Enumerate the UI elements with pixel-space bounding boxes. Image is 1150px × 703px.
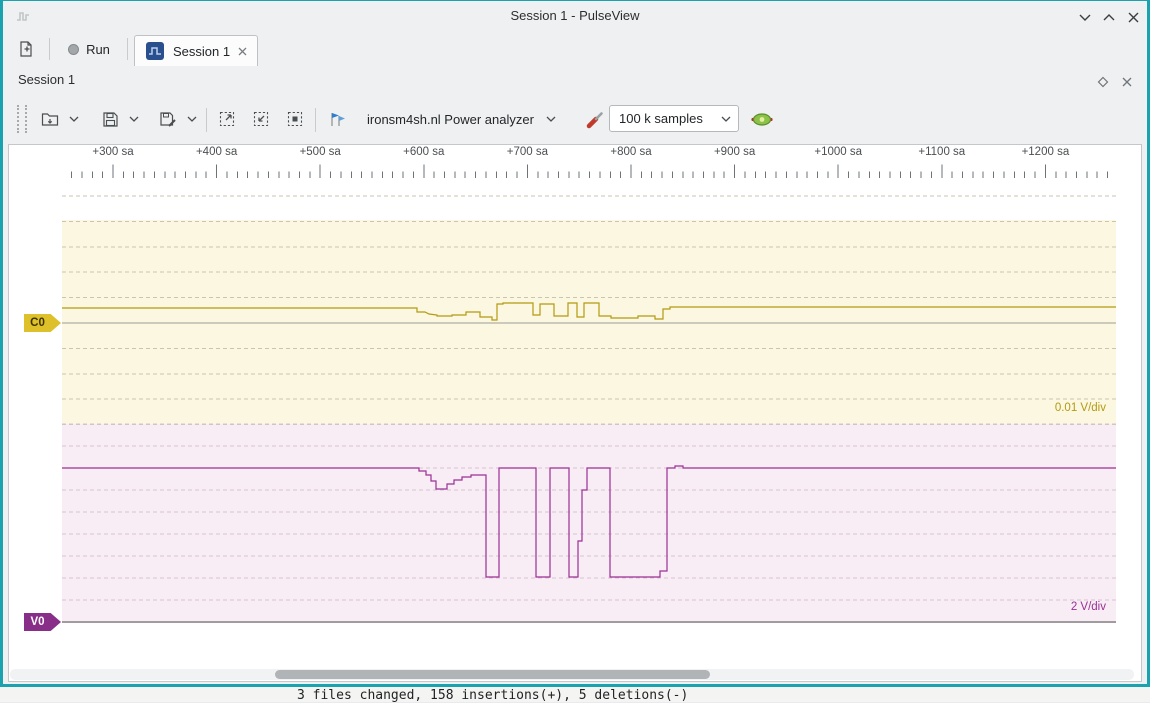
chevron-down-icon (187, 116, 197, 122)
chevron-down-icon (69, 116, 79, 122)
open-dropdown-button[interactable] (66, 104, 82, 134)
save-as-icon (159, 111, 177, 128)
minimize-button[interactable] (1076, 8, 1094, 26)
zoom-out-icon (252, 110, 270, 128)
dock-header[interactable]: Session 1 (3, 66, 1147, 94)
channels-probe-icon (750, 112, 774, 127)
background-terminal: 3 files changed, 158 insertions(+), 5 de… (0, 685, 1150, 702)
save-icon (102, 111, 119, 128)
main-toolbar: Run Session 1 (3, 32, 1147, 66)
trace-view[interactable] (8, 144, 1142, 682)
titlebar[interactable]: Session 1 - PulseView (3, 1, 1147, 32)
zoom-fit-icon (286, 110, 304, 128)
save-as-dropdown-button[interactable] (184, 104, 200, 134)
run-label: Run (86, 42, 110, 57)
session-tab-label: Session 1 (173, 44, 230, 59)
save-button[interactable] (95, 104, 125, 134)
open-button[interactable] (35, 104, 65, 134)
zoom-in-icon (218, 110, 236, 128)
device-selector[interactable]: ironsm4sh.nl Power analyzer (359, 104, 564, 134)
close-icon (1128, 12, 1139, 23)
open-file-icon (41, 111, 59, 127)
sample-count-combobox[interactable]: 100 k samples (609, 105, 739, 132)
separator (206, 108, 207, 132)
tab-close-icon[interactable] (238, 47, 247, 56)
session-tab[interactable]: Session 1 (134, 35, 258, 66)
chevron-down-icon (1079, 13, 1091, 21)
chevron-down-icon[interactable] (721, 116, 738, 122)
session-tab-icon (145, 41, 165, 61)
horizontal-scrollbar[interactable] (10, 669, 1134, 680)
close-button[interactable] (1124, 8, 1142, 26)
float-dock-button[interactable] (1095, 74, 1111, 90)
float-icon (1097, 76, 1109, 88)
save-as-button[interactable] (153, 104, 183, 134)
sample-count-value: 100 k samples (610, 111, 703, 126)
save-dropdown-button[interactable] (126, 104, 142, 134)
chevron-up-icon (1103, 13, 1115, 21)
chevron-down-icon (546, 116, 556, 122)
probe-tool-icon (585, 109, 605, 129)
close-dock-button[interactable] (1119, 74, 1135, 90)
configure-device-button[interactable] (580, 104, 610, 134)
zoom-out-button[interactable] (246, 104, 276, 134)
cursor-flags-icon (327, 111, 346, 128)
run-state-icon (68, 44, 79, 55)
zoom-fit-button[interactable] (280, 104, 310, 134)
new-session-icon (17, 40, 35, 58)
separator (315, 108, 316, 132)
maximize-button[interactable] (1100, 8, 1118, 26)
capture-toolbar: ironsm4sh.nl Power analyzer 100 k sample… (3, 94, 1147, 144)
close-icon (1122, 77, 1132, 87)
zoom-in-button[interactable] (212, 104, 242, 134)
window-border (0, 684, 1150, 687)
dock-title: Session 1 (18, 72, 75, 87)
window-title: Session 1 - PulseView (3, 8, 1147, 23)
scrollbar-thumb[interactable] (275, 670, 710, 679)
channels-button[interactable] (747, 104, 777, 134)
new-session-button[interactable] (12, 35, 40, 63)
separator (49, 38, 50, 60)
separator (127, 38, 128, 60)
pulseview-window: Session 1 - PulseView Run Session 1 (0, 0, 1150, 687)
chevron-down-icon (129, 116, 139, 122)
show-cursors-button[interactable] (321, 104, 351, 134)
device-name: ironsm4sh.nl Power analyzer (367, 112, 534, 127)
run-button[interactable]: Run (57, 35, 121, 63)
toolbar-drag-handle[interactable] (17, 105, 27, 133)
